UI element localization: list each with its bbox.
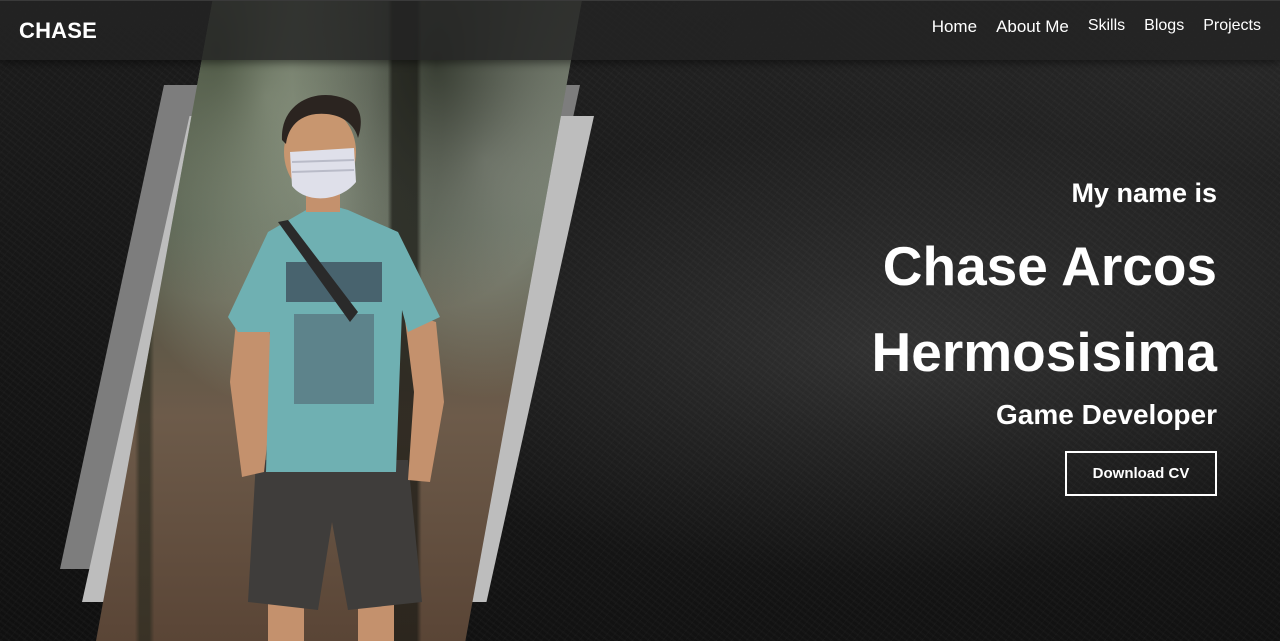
nav-blogs[interactable]: Blogs: [1144, 17, 1184, 37]
hero-role: Game Developer: [996, 399, 1217, 430]
brand-logo[interactable]: CHASE: [19, 18, 97, 44]
nav-home[interactable]: Home: [932, 17, 977, 37]
nav-about-me[interactable]: About Me: [996, 17, 1069, 37]
nav-skills[interactable]: Skills: [1088, 17, 1125, 37]
hero-name-line2: Hermosisima: [871, 321, 1217, 383]
hero-name-line1: Chase Arcos: [882, 235, 1217, 297]
hero-section: My name is Chase Arcos Hermosisima Game …: [697, 178, 1217, 496]
person-figure: [208, 82, 468, 641]
download-cv-button[interactable]: Download CV: [1065, 451, 1217, 496]
hero-intro: My name is: [1071, 178, 1217, 208]
navbar: CHASE Home About Me Skills Blogs Project…: [0, 0, 1280, 60]
nav-projects[interactable]: Projects: [1203, 17, 1261, 37]
nav-links: Home About Me Skills Blogs Projects: [932, 17, 1261, 37]
page: CHASE Home About Me Skills Blogs Project…: [0, 0, 1280, 641]
